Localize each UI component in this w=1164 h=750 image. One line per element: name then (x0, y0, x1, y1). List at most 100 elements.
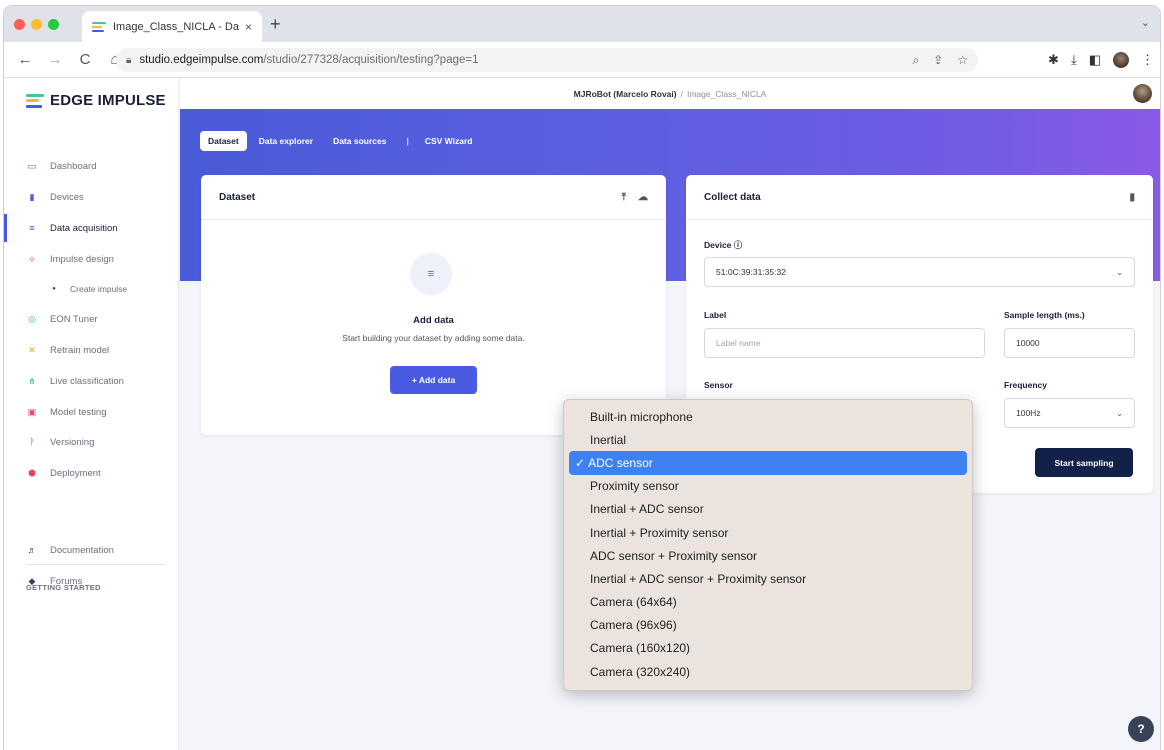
start-sampling-button[interactable]: Start sampling (1035, 448, 1133, 477)
deployment-icon: ⬢ (28, 467, 36, 478)
collect-card-title: Collect data (704, 191, 761, 203)
device-label: Device ⓘ (704, 240, 743, 250)
sample-length-label: Sample length (ms.) (1004, 310, 1085, 320)
sidebar-item-documentation[interactable]: ♬ Documentation (4, 536, 179, 564)
sensor-option-label: Built-in microphone (590, 409, 693, 424)
sidebar-item-label: Devices (50, 191, 84, 203)
tab-data-sources[interactable]: Data sources (325, 131, 394, 151)
new-tab-button[interactable]: + (270, 14, 281, 35)
browser-menu-icon[interactable]: ⋮ (1141, 52, 1154, 68)
sensor-option[interactable]: Built-in microphone (569, 405, 967, 428)
sensor-option-label: Inertial (590, 432, 627, 447)
tab-search-icon[interactable]: ⌄ (1141, 16, 1150, 29)
sensor-option[interactable]: Camera (320x240) (569, 660, 967, 683)
sidebar-item-versioning[interactable]: ᚹ Versioning (4, 428, 179, 456)
forward-icon[interactable]: → (46, 51, 64, 68)
project-owner[interactable]: MJRoBot (Marcelo Rovai) (574, 89, 677, 99)
sensor-option-label: Inertial + ADC sensor + Proximity sensor (590, 571, 807, 586)
sidepanel-icon[interactable]: ◧ (1089, 52, 1101, 68)
sidebar-item-data-acquisition[interactable]: ≡ Data acquisition (4, 214, 179, 242)
add-data-button[interactable]: + Add data (390, 366, 477, 394)
back-icon[interactable]: ← (16, 51, 34, 68)
sidebar-item-label: Versioning (50, 436, 95, 448)
sidebar-item-create-impulse[interactable]: ● Create impulse (4, 275, 179, 303)
sensor-option[interactable]: Camera (64x64) (569, 591, 967, 614)
documentation-icon: ♬ (27, 545, 37, 555)
sensor-option[interactable]: ADC sensor + Proximity sensor (569, 544, 967, 567)
tab-separator: | (406, 136, 409, 146)
brand-logo[interactable]: EDGE IMPULSE (26, 92, 166, 109)
dataset-card-header: Dataset ⤒ ☁ (201, 175, 666, 220)
chevron-down-icon: ⌄ (1116, 408, 1123, 418)
retrain-icon: ✕ (28, 344, 36, 355)
sidebar-item-forums[interactable]: ◆ Forums (4, 567, 179, 595)
extensions-icon[interactable]: ✱ (1048, 52, 1059, 68)
sidebar-item-deployment[interactable]: ⬢ Deployment (4, 459, 179, 487)
dashboard-icon: ▭ (27, 160, 37, 171)
device-select[interactable]: 51:0C:39:31:35:32 ⌄ (704, 257, 1135, 287)
sidebar-item-eon-tuner[interactable]: ◎ EON Tuner (4, 305, 179, 333)
sensor-option-selected[interactable]: ✓ ADC sensor (569, 451, 967, 475)
url-bar[interactable]: 🔒︎ studio.edgeimpulse.com/studio/277328/… (116, 48, 978, 72)
sidebar-item-dashboard[interactable]: ▭ Dashboard (4, 152, 179, 180)
sensor-dropdown-menu: Built-in microphone Inertial ✓ ADC sensor… (563, 399, 973, 691)
sensor-option[interactable]: Inertial + ADC sensor (569, 498, 967, 521)
database-icon: ≡ (410, 253, 452, 295)
user-avatar[interactable] (1133, 84, 1152, 103)
sidebar: EDGE IMPULSE ▭ Dashboard ▮ Devices ≡ Dat… (4, 78, 179, 750)
sensor-option[interactable]: Inertial + ADC sensor + Proximity sensor (569, 567, 967, 590)
upload-icon[interactable]: ⤒ (622, 192, 626, 203)
sensor-option[interactable]: Inertial + Proximity sensor (569, 521, 967, 544)
sidebar-item-label: Create impulse (70, 284, 128, 294)
maximize-window-icon[interactable] (48, 19, 59, 30)
sensor-option-label: ADC sensor (588, 455, 653, 470)
lock-icon: 🔒︎ (126, 54, 132, 66)
sensor-option-label: Camera (96x96) (590, 618, 677, 633)
label-input[interactable]: Label name (704, 328, 985, 358)
sensor-option[interactable]: Camera (160x120) (569, 637, 967, 660)
sidebar-item-live-classification[interactable]: ⋔ Live classification (4, 367, 179, 395)
profile-avatar[interactable] (1113, 52, 1129, 68)
sidebar-item-label: Data acquisition (50, 222, 118, 234)
sidebar-item-model-testing[interactable]: ▣ Model testing (4, 398, 179, 426)
share-icon[interactable]: ⇪ (933, 53, 943, 68)
sidebar-item-retrain-model[interactable]: ✕ Retrain model (4, 336, 179, 364)
close-window-icon[interactable] (14, 19, 25, 30)
sidebar-item-label: EON Tuner (50, 313, 98, 325)
device-value: 51:0C:39:31:35:32 (716, 267, 786, 277)
sensor-option[interactable]: Camera (96x96) (569, 614, 967, 637)
tab-csv-wizard[interactable]: CSV Wizard (417, 131, 481, 151)
frequency-select[interactable]: 100Hz ⌄ (1004, 398, 1135, 428)
delete-icon[interactable]: ▮ (1129, 192, 1135, 203)
dataset-card: Dataset ⤒ ☁ ≡ Add data Start building yo… (201, 175, 666, 435)
label-field-label: Label (704, 310, 727, 320)
sensor-label: Sensor (704, 380, 733, 390)
tab-dataset[interactable]: Dataset (200, 131, 247, 151)
sensor-option[interactable]: Proximity sensor (569, 475, 967, 498)
bookmark-star-icon[interactable]: ☆ (957, 53, 968, 68)
versioning-icon: ᚹ (29, 437, 35, 447)
reload-icon[interactable]: C (76, 51, 94, 68)
cloud-icon[interactable]: ☁ (638, 192, 648, 203)
zoom-icon[interactable]: ⌕ (912, 53, 919, 68)
eon-tuner-icon: ◎ (28, 313, 36, 324)
edge-impulse-logo-icon (26, 93, 44, 108)
frequency-value: 100Hz (1016, 408, 1041, 418)
sensor-option[interactable]: Inertial (569, 428, 967, 451)
project-name[interactable]: Image_Class_NICLA (687, 89, 766, 99)
acquisition-subtabs: Dataset Data explorer Data sources | CSV… (200, 131, 484, 151)
sample-length-input[interactable]: 10000 (1004, 328, 1135, 358)
frequency-label: Frequency (1004, 380, 1047, 390)
tab-data-explorer[interactable]: Data explorer (251, 131, 321, 151)
sidebar-item-impulse-design[interactable]: ⟡ Impulse design (4, 245, 179, 273)
tab-close-icon[interactable]: × (245, 20, 252, 34)
download-icon[interactable]: ⤓ (1071, 52, 1077, 68)
sidebar-item-devices[interactable]: ▮ Devices (4, 183, 179, 211)
browser-tab[interactable]: Image_Class_NICLA - Da × (82, 11, 262, 42)
help-button[interactable]: ? (1128, 716, 1154, 742)
chevron-down-icon: ⌄ (1116, 267, 1123, 277)
empty-state-title: Add data (413, 315, 454, 326)
sidebar-item-label: Retrain model (50, 344, 110, 356)
sensor-option-label: Camera (320x240) (590, 664, 691, 679)
minimize-window-icon[interactable] (31, 19, 42, 30)
